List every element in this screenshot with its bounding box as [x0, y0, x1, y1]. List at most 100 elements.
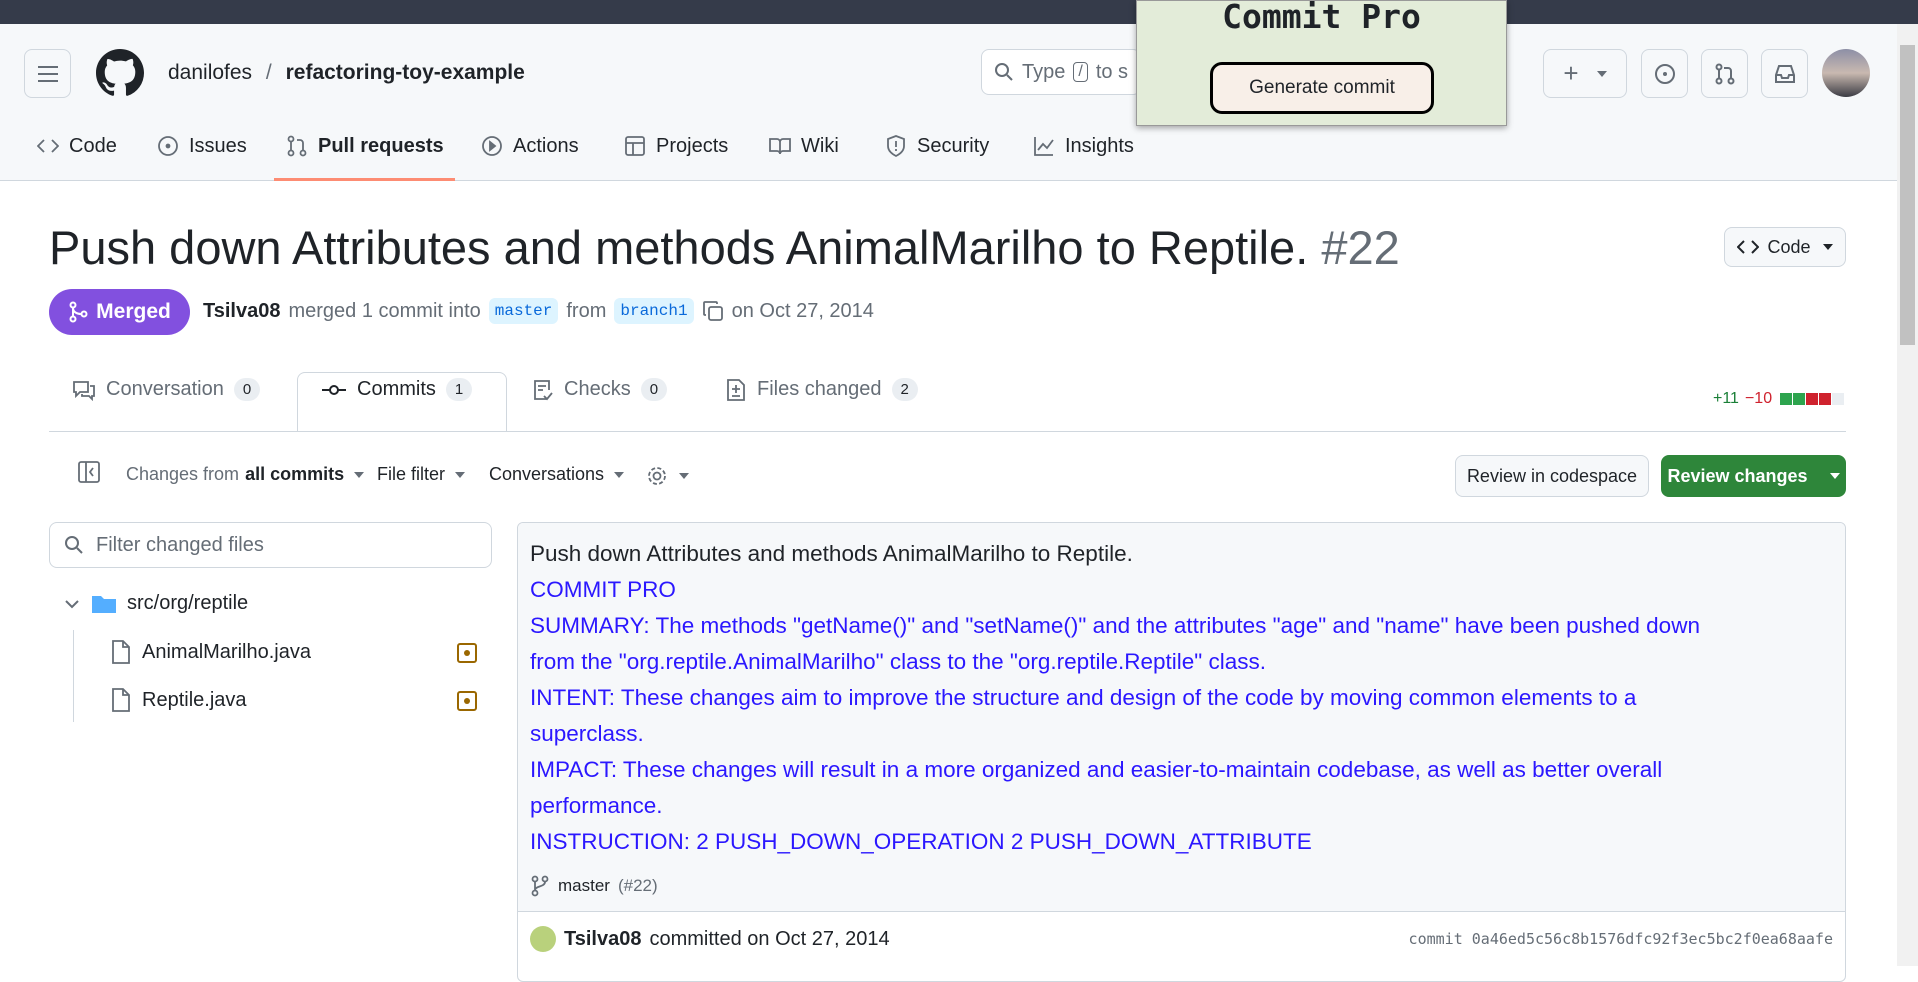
- create-new-button[interactable]: +: [1543, 49, 1627, 98]
- github-logo-icon[interactable]: [96, 49, 144, 97]
- menu-button[interactable]: [24, 49, 71, 98]
- folder-item[interactable]: src/org/reptile: [63, 592, 248, 615]
- issues-button[interactable]: [1641, 49, 1688, 98]
- inbox-icon: [1774, 64, 1795, 83]
- filter-placeholder: Filter changed files: [96, 533, 264, 556]
- review-in-codespace-button[interactable]: Review in codespace: [1455, 455, 1649, 497]
- inbox-button[interactable]: [1761, 49, 1808, 98]
- sidebar-toggle-icon[interactable]: [77, 460, 101, 484]
- tab-label: Commits: [357, 378, 436, 400]
- commit-pro-popup: Commit Pro Generate commit: [1136, 0, 1507, 126]
- book-icon: [769, 138, 791, 155]
- filter-changed-files-input[interactable]: Filter changed files: [49, 522, 492, 568]
- pr-meta: Tsilva08 merged 1 commit into master fro…: [203, 298, 874, 324]
- nav-label: Insights: [1065, 134, 1134, 157]
- pr-title: Push down Attributes and methods AnimalM…: [49, 221, 1309, 274]
- file-icon: [112, 640, 130, 664]
- conversations-dropdown[interactable]: Conversations: [489, 464, 625, 485]
- file-name: AnimalMarilho.java: [142, 640, 311, 663]
- nav-insights[interactable]: Insights: [1033, 132, 1134, 160]
- file-icon: [112, 688, 130, 712]
- tab-commits[interactable]: Commits 1: [321, 378, 473, 401]
- page-title: Push down Attributes and methods AnimalM…: [49, 220, 1400, 275]
- commit-date: committed on Oct 27, 2014: [649, 927, 890, 950]
- breadcrumb: danilofes / refactoring-toy-example: [168, 61, 525, 85]
- plus-icon: +: [1563, 58, 1579, 88]
- caret-down-icon: [1829, 473, 1840, 479]
- search-input[interactable]: Type / to s: [981, 49, 1141, 95]
- commit-line: INTENT: These changes aim to improve the…: [530, 685, 1637, 710]
- changes-from-label: Changes from: [126, 464, 240, 484]
- caret-down-icon: [1822, 244, 1833, 250]
- file-item[interactable]: Reptile.java: [110, 688, 247, 712]
- code-icon: [37, 139, 59, 153]
- avatar[interactable]: [1822, 49, 1870, 97]
- additions-count: +11: [1713, 390, 1739, 407]
- nav-projects[interactable]: Projects: [624, 132, 728, 160]
- nav-actions[interactable]: Actions: [481, 132, 579, 160]
- nav-code[interactable]: Code: [37, 132, 117, 160]
- base-branch[interactable]: master: [488, 298, 559, 324]
- repo-link[interactable]: refactoring-toy-example: [286, 61, 525, 84]
- commit-author[interactable]: Tsilva08: [564, 928, 641, 951]
- nav-label: Wiki: [801, 134, 839, 157]
- status-badge: Merged: [49, 289, 190, 335]
- commit-heading: Push down Attributes and methods AnimalM…: [530, 541, 1133, 566]
- file-item[interactable]: AnimalMarilho.java: [110, 640, 311, 664]
- author-link[interactable]: Tsilva08: [203, 300, 280, 323]
- search-placeholder: Type: [1022, 60, 1066, 83]
- nav-issues[interactable]: Issues: [157, 132, 247, 160]
- generate-commit-button[interactable]: Generate commit: [1210, 62, 1434, 114]
- merge-icon: [69, 301, 88, 323]
- search-placeholder-rest: to s: [1095, 60, 1129, 83]
- commit-line: superclass.: [530, 721, 644, 746]
- scrollbar-thumb[interactable]: [1900, 45, 1915, 345]
- pr-number: #22: [1321, 221, 1400, 274]
- owner-link[interactable]: danilofes: [168, 61, 252, 84]
- diffstat-block: [1793, 393, 1806, 405]
- code-icon: [1737, 240, 1760, 254]
- tab-label: Files changed: [757, 378, 882, 400]
- caret-down-icon: [354, 471, 365, 478]
- commit-line: from the "org.reptile.AnimalMarilho" cla…: [530, 649, 1266, 674]
- author-avatar[interactable]: [530, 926, 556, 952]
- nav-pull-requests[interactable]: Pull requests: [286, 132, 444, 160]
- active-nav-underline: [274, 178, 455, 181]
- settings-dropdown[interactable]: [645, 464, 689, 488]
- commit-line: performance.: [530, 793, 663, 818]
- nav-security[interactable]: Security: [885, 132, 989, 160]
- commit-message: Push down Attributes and methods AnimalM…: [518, 523, 1845, 912]
- head-branch[interactable]: branch1: [614, 298, 694, 324]
- nav-wiki[interactable]: Wiki: [769, 132, 839, 160]
- commit-line: COMMIT PRO: [530, 577, 676, 602]
- branch-name[interactable]: master: [558, 868, 610, 904]
- tab-count: 2: [891, 378, 918, 401]
- nav-label: Pull requests: [318, 134, 444, 157]
- chevron-down-icon: [65, 599, 79, 608]
- code-dropdown-button[interactable]: Code: [1724, 227, 1846, 267]
- file-diff-icon: [727, 378, 745, 401]
- pr-reference[interactable]: (#22): [618, 868, 658, 904]
- tab-checks[interactable]: Checks 0: [532, 378, 668, 401]
- diffstat: +11 −10: [1713, 390, 1845, 408]
- tab-conversation[interactable]: Conversation 0: [72, 378, 261, 401]
- review-changes-button[interactable]: Review changes: [1661, 455, 1846, 497]
- caret-down-icon: [455, 471, 466, 478]
- file-filter-dropdown[interactable]: File filter: [377, 464, 466, 485]
- play-icon: [482, 136, 502, 156]
- copy-icon[interactable]: [702, 300, 724, 322]
- file-modified-icon: [457, 643, 477, 663]
- issue-icon: [158, 136, 178, 156]
- diffstat-block: [1806, 393, 1819, 405]
- caret-down-icon: [614, 471, 625, 478]
- diffstat-block: [1819, 393, 1832, 405]
- changes-from-dropdown[interactable]: Changes from all commits: [126, 464, 365, 485]
- hamburger-icon: [37, 65, 58, 82]
- tab-label: Checks: [564, 378, 631, 400]
- search-shortcut-key: /: [1073, 62, 1088, 82]
- commit-sha[interactable]: 0a46ed5c56c8b1576dfc92f3ec5bc2f0ea68aafe: [1472, 930, 1833, 948]
- commit-sha-label: commit: [1408, 930, 1463, 948]
- tab-files-changed[interactable]: Files changed 2: [725, 378, 918, 401]
- commit-card: Push down Attributes and methods AnimalM…: [517, 522, 1846, 982]
- pull-requests-button[interactable]: [1701, 49, 1748, 98]
